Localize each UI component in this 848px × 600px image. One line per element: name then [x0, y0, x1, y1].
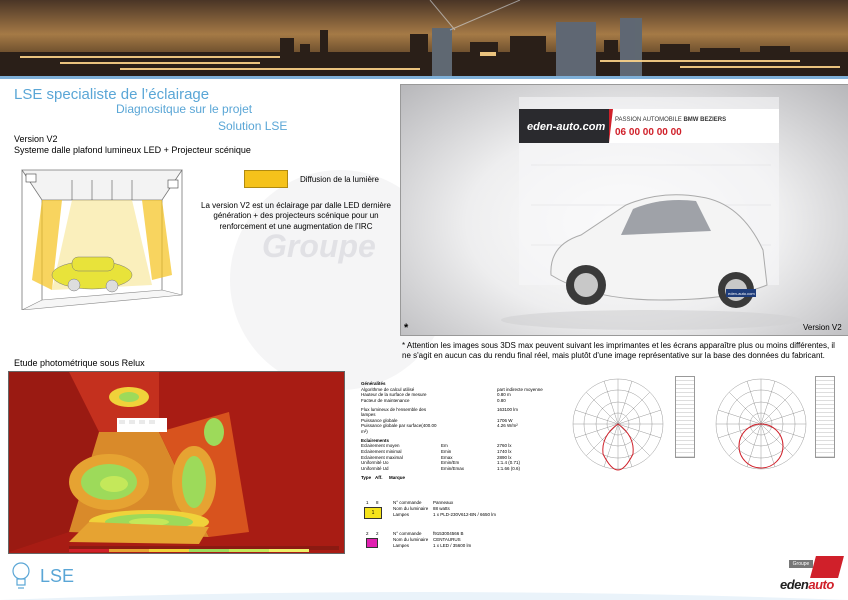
photo-version-label: Version V2	[803, 323, 842, 332]
disclaimer-notice: * Attention les images sous 3DS max peuv…	[402, 341, 835, 361]
luminaire-2-counts: 2 2	[366, 531, 379, 537]
dealer-line: PASSION AUTOMOBILE BMW BEZIERS	[615, 117, 726, 123]
legend-label: Diffusion de la lumière	[300, 175, 380, 184]
sheet-label: Flux lumineux de l'ensemble des lampes	[361, 406, 427, 418]
luminaire-type: 2	[366, 531, 369, 536]
type-header: Type	[361, 475, 372, 481]
lum-value: 1 x PLD-230V612-BN / 6650 lm	[433, 511, 497, 517]
polar-diagram-1	[572, 378, 664, 471]
polar-diagram-2	[715, 378, 807, 470]
city-banner	[0, 0, 848, 76]
relux-color-scale	[69, 549, 309, 552]
brand-sign: eden-auto.com	[527, 121, 605, 133]
relux-false-color-render	[8, 371, 345, 554]
count-header: Aff.	[375, 475, 383, 481]
sheet-value: 1:1.66 (0.6)	[497, 465, 521, 471]
polar-table-1	[675, 376, 695, 458]
system-subtitle: Systeme dalle plafond lumineux LED + Pro…	[14, 145, 251, 155]
city-skyline-image	[0, 0, 848, 76]
car-plate: eden-auto.com	[728, 291, 755, 296]
lse-logo: LSE	[40, 566, 75, 586]
photometric-data-sheet: Généralités Algorithme de calcul utilisé…	[361, 378, 557, 481]
lighting-sketch	[21, 169, 183, 310]
watermark-text: Groupe	[262, 228, 376, 264]
luminaire-count: 8	[376, 500, 379, 505]
luminaire-count: 2	[376, 531, 379, 536]
luminaire-type: 1	[366, 500, 369, 505]
luminaire-1-info: N° commande Panneaux Nom du luminaire 88 w…	[393, 500, 496, 518]
banner-divider	[0, 76, 848, 79]
showroom-render-photo: eden-auto.com PASSION AUTOMOBILE BMW BEZ…	[400, 84, 848, 336]
sheet-label: Uniformité Ud	[361, 465, 389, 471]
sheet-symbol: Emin/Emax	[441, 465, 465, 471]
lum-value: f9153004566 B	[433, 531, 464, 536]
luminaire-1-counts: 1 8	[366, 500, 379, 506]
lum-value: CENTAURUS	[433, 536, 461, 542]
solution-description: La version V2 est un éclairage par dalle…	[201, 201, 391, 231]
legend-swatch	[244, 170, 288, 188]
lum-label: Lampes	[393, 542, 410, 548]
page-subtitle-solution: Solution LSE	[218, 119, 288, 133]
sheet-value: 4.26 W/m²	[497, 423, 518, 429]
dealer-phone: 06 00 00 00 00	[615, 127, 682, 138]
bulb-icon	[12, 562, 30, 589]
sheet-value: 0.80	[497, 397, 506, 403]
photo-asterisk: *	[404, 322, 409, 334]
lum-value: 1 x LED / 35600 lm	[433, 542, 472, 548]
footer-wave	[0, 592, 848, 600]
lum-label: Lampes	[393, 511, 410, 517]
sheet-label: Puissance globale par surface(400.00 m²)	[361, 423, 437, 434]
relux-title: Etude photométrique sous Relux	[14, 358, 145, 368]
version-label: Version V2	[14, 134, 58, 144]
edenauto-red-badge	[810, 556, 844, 578]
lum-value: 88 watts	[433, 505, 450, 511]
page-subtitle-diagnostic: Diagnositque sur le projet	[116, 102, 253, 116]
brand-header: Marque	[389, 475, 406, 481]
sheet-label: Facteur de maintenance	[361, 397, 410, 403]
luminaire-1-swatch: 1	[364, 507, 382, 519]
sheet-value: 163100 lm	[497, 406, 519, 412]
polar-table-2	[815, 376, 835, 458]
luminaire-2-info: N° commande f9153004566 B Nom du luminair…	[393, 531, 471, 549]
groupe-badge: Groupe	[789, 560, 813, 568]
page-title: LSE specialiste de l’éclairage	[14, 86, 210, 103]
luminaire-2-swatch	[366, 538, 378, 548]
lum-value: Panneaux	[433, 500, 454, 505]
